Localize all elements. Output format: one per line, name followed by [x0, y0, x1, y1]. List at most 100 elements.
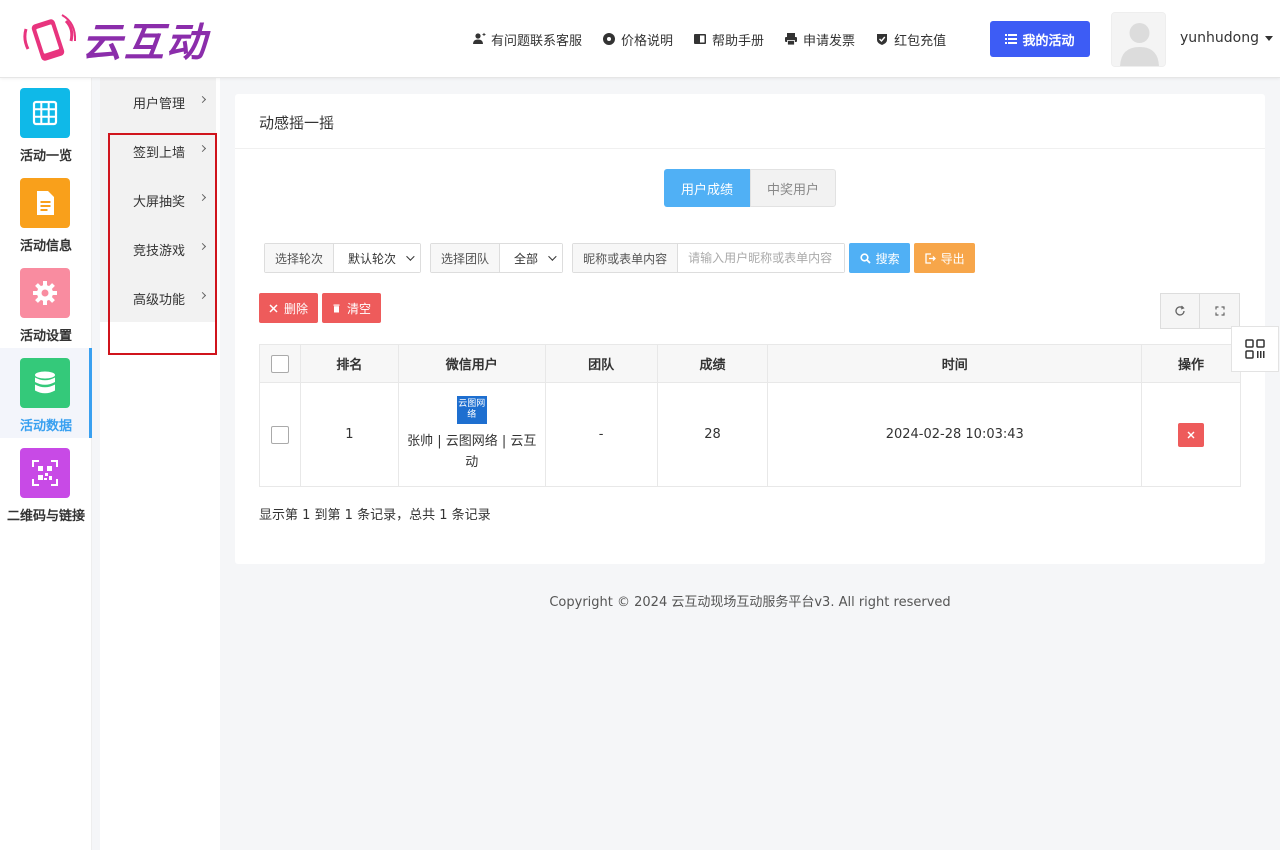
search-button[interactable]: 搜索	[849, 243, 911, 273]
clear-button[interactable]: 清空	[322, 293, 382, 323]
export-button[interactable]: 导出	[914, 243, 976, 273]
search-icon	[859, 252, 871, 264]
round-select[interactable]: 默认轮次	[334, 244, 421, 272]
sidebar-item-label: 活动信息	[19, 239, 72, 254]
nav-label: 红包充值	[894, 33, 947, 49]
team-select[interactable]: 全部	[500, 244, 563, 272]
sidebar-icon-box	[20, 268, 70, 318]
nav-invoice[interactable]: 申请发票	[784, 30, 855, 49]
close-icon	[269, 303, 278, 313]
column-header-rank[interactable]: 排名	[299, 344, 399, 383]
nav-contact-support[interactable]: 有问题联系客服	[472, 30, 582, 49]
delete-button[interactable]: 删除	[259, 293, 319, 323]
main-card: 动感摇一摇 用户成绩 中奖用户 选择轮次 默认轮次 选择团队 全部 昵称或表单内…	[235, 94, 1265, 564]
gear-icon	[33, 281, 57, 305]
user-info: 云图网络 张帅 | 云图网络 | 云互动	[399, 396, 545, 473]
footer-copyright: Copyright © 2024 云互动现场互动服务平台v3. All righ…	[549, 595, 951, 610]
gear-badge-icon	[603, 33, 616, 45]
sidebar-item-activity-overview[interactable]: 活动一览	[0, 78, 92, 168]
round-select-value: 默认轮次	[348, 251, 397, 266]
fullscreen-icon	[1214, 306, 1225, 316]
team-filter-label: 选择团队	[431, 244, 501, 272]
fullscreen-button[interactable]	[1200, 293, 1240, 329]
nav-redpacket-recharge[interactable]: 红包充值	[875, 30, 946, 49]
nav-pricing[interactable]: 价格说明	[602, 30, 673, 49]
select-all-cell	[259, 344, 301, 383]
score-table: 排名 微信用户 团队 成绩 时间 操作 1 云图网络 张帅 | 云图网络 | 云…	[259, 344, 1241, 487]
sidebar-icon-box	[20, 88, 70, 138]
user-menu[interactable]: yunhudong	[1180, 30, 1273, 46]
column-header-score[interactable]: 成绩	[656, 344, 769, 383]
delete-button-label: 删除	[284, 301, 309, 316]
icon-sidebar: 活动一览 活动信息 活动设置 活动数据 二维码与链接	[0, 78, 92, 850]
sidebar-item-label: 二维码与链接	[6, 509, 85, 524]
book-icon	[694, 34, 707, 44]
nav-help-manual[interactable]: 帮助手册	[693, 30, 764, 49]
sidebar-item-qrcode-links[interactable]: 二维码与链接	[0, 438, 92, 528]
column-header-time[interactable]: 时间	[767, 344, 1143, 383]
sidebar-icon-box	[20, 358, 70, 408]
keyword-input[interactable]	[678, 244, 845, 272]
sidebar-item-activity-data[interactable]: 活动数据	[0, 348, 92, 438]
table-row: 1 云图网络 张帅 | 云图网络 | 云互动 - 28 2024-02-28 1…	[259, 382, 1241, 487]
my-activity-button[interactable]: 我的活动	[990, 21, 1090, 57]
tab-user-scores[interactable]: 用户成绩	[664, 169, 750, 207]
submenu-item-label: 用户管理	[133, 97, 186, 112]
logo-text: 云互动	[82, 20, 208, 66]
keyword-filter: 昵称或表单内容	[572, 243, 846, 273]
submenu-item-user-management[interactable]: 用户管理	[100, 78, 216, 127]
phone-logo-icon	[23, 14, 77, 61]
select-all-checkbox[interactable]	[270, 354, 289, 373]
floating-qrcode-button[interactable]	[1231, 326, 1279, 372]
row-checkbox[interactable]	[270, 425, 289, 444]
default-user-avatar-icon	[1112, 13, 1165, 66]
sidebar-item-label: 活动一览	[19, 149, 72, 164]
sidebar-item-activity-info[interactable]: 活动信息	[0, 168, 92, 258]
refresh-icon	[1175, 305, 1185, 316]
chevron-down-icon	[548, 252, 557, 261]
team-cell: -	[544, 382, 658, 487]
nav-label: 价格说明	[621, 33, 674, 49]
highlight-box	[108, 133, 217, 355]
tab-winning-users[interactable]: 中奖用户	[750, 169, 836, 207]
username: yunhudong	[1180, 30, 1259, 46]
my-activity-label: 我的活动	[1022, 33, 1075, 49]
bulk-actions: 删除 清空	[259, 293, 385, 323]
sidebar-icon-box	[20, 448, 70, 498]
round-filter-label: 选择轮次	[265, 244, 335, 272]
column-header-team[interactable]: 团队	[544, 344, 658, 383]
caret-down-icon	[1265, 35, 1273, 41]
time-cell: 2024-02-28 10:03:43	[767, 382, 1143, 487]
avatar[interactable]	[1111, 12, 1166, 67]
sidebar-item-activity-settings[interactable]: 活动设置	[0, 258, 92, 348]
document-icon	[37, 191, 54, 215]
column-header-actions: 操作	[1141, 344, 1241, 383]
nav-label: 帮助手册	[712, 33, 765, 49]
chevron-right-icon	[198, 95, 207, 104]
top-header: 云互动 有问题联系客服 价格说明 帮助手册 申请发票 红包充值 我的活动 yun…	[0, 0, 1280, 78]
row-select-cell	[259, 382, 301, 487]
database-icon	[35, 371, 55, 394]
logo[interactable]: 云互动	[22, 10, 208, 68]
trash-icon	[333, 304, 340, 312]
row-delete-button[interactable]	[1178, 422, 1205, 447]
keyword-filter-label: 昵称或表单内容	[573, 244, 679, 272]
qrcode-icon	[32, 460, 58, 486]
top-nav: 有问题联系客服 价格说明 帮助手册 申请发票 红包充值	[472, 0, 966, 78]
refresh-button[interactable]	[1160, 293, 1200, 329]
filter-bar: 选择轮次 默认轮次 选择团队 全部 昵称或表单内容 搜索 导出	[264, 243, 976, 273]
column-header-wechat-user[interactable]: 微信用户	[397, 344, 546, 383]
table-header-row: 排名 微信用户 团队 成绩 时间 操作	[259, 344, 1241, 383]
nav-label: 有问题联系客服	[491, 33, 583, 49]
user-name: 张帅 | 云图网络 | 云互动	[407, 434, 537, 470]
nav-label: 申请发票	[803, 33, 856, 49]
pagination-info: 显示第 1 到第 1 条记录，总共 1 条记录	[259, 508, 491, 523]
score-cell: 28	[656, 382, 769, 487]
round-filter: 选择轮次 默认轮次	[264, 243, 422, 273]
export-button-label: 导出	[940, 251, 965, 266]
export-icon	[924, 252, 936, 264]
search-button-label: 搜索	[875, 251, 900, 266]
chevron-down-icon	[406, 252, 415, 261]
wechat-user-cell: 云图网络 张帅 | 云图网络 | 云互动	[397, 382, 546, 487]
close-icon	[1187, 431, 1195, 438]
